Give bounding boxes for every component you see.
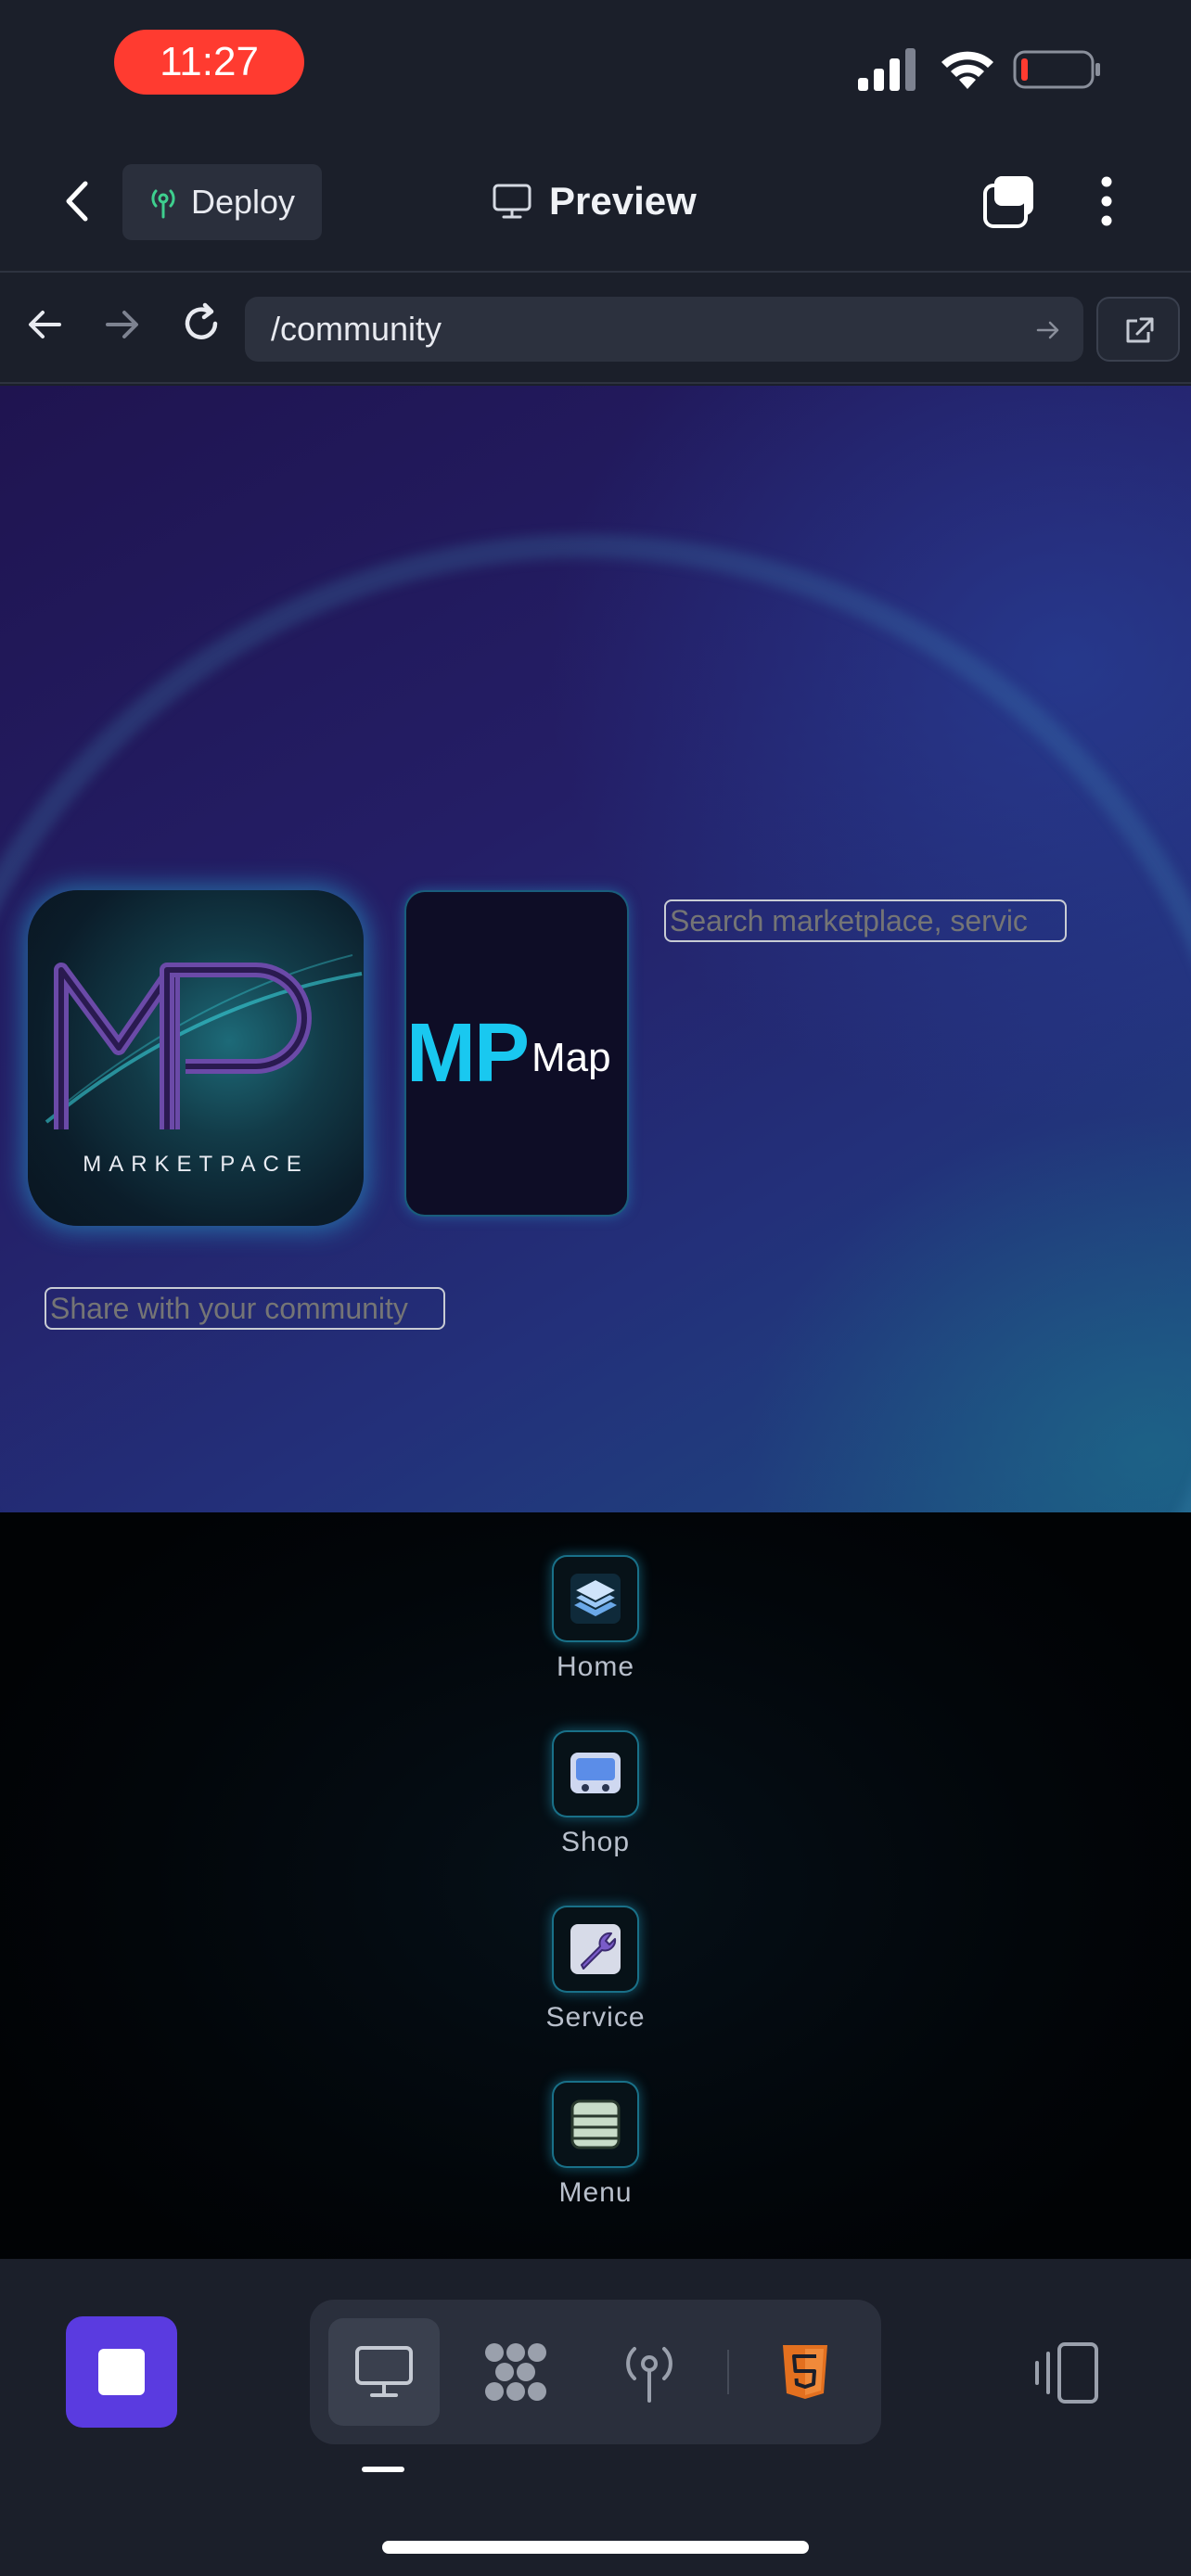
agent-grid-icon	[485, 2343, 546, 2401]
page-title: Preview	[492, 171, 697, 232]
arrow-left-icon[interactable]	[24, 304, 65, 345]
wifi-icon	[941, 51, 993, 89]
logo-wordmark: MARKETPACE	[83, 1152, 309, 1177]
reload-icon[interactable]	[178, 300, 224, 347]
bottom-toolbar	[0, 2259, 1191, 2576]
battery-low-icon	[1013, 50, 1100, 89]
tab-html[interactable]	[749, 2318, 861, 2426]
segment-divider	[727, 2350, 729, 2394]
tab-desktop-preview[interactable]	[328, 2318, 440, 2426]
url-bar: /community	[0, 274, 1191, 384]
deploy-button[interactable]: Deploy	[122, 164, 322, 240]
mp-map-map: Map	[531, 1035, 611, 1080]
nav-item-menu[interactable]: Menu	[503, 2081, 688, 2209]
monitor-icon	[493, 184, 531, 219]
active-tab-indicator	[362, 2467, 404, 2472]
mp-map-card[interactable]: MP Map	[404, 890, 629, 1217]
nav-label-shop: Shop	[560, 1827, 631, 1857]
deploy-antenna-icon	[626, 2347, 672, 2403]
share-input[interactable]	[45, 1287, 445, 1330]
cart-icon	[552, 1730, 639, 1817]
open-external-button[interactable]	[1096, 297, 1180, 362]
home-indicator[interactable]	[382, 2541, 809, 2554]
html5-icon	[783, 2345, 827, 2399]
app-bar: Deploy Preview	[0, 130, 1191, 273]
cellular-signal-icon	[858, 48, 916, 91]
tabs-icon[interactable]	[981, 174, 1037, 230]
open-external-icon	[1126, 317, 1154, 343]
status-time: 11:27	[114, 30, 304, 95]
nav-item-shop[interactable]: Shop	[503, 1730, 688, 1858]
nav-label-menu: Menu	[558, 2177, 633, 2208]
deploy-antenna-icon	[151, 189, 175, 219]
nav-item-service[interactable]: Service	[503, 1906, 688, 2034]
url-text: /community	[271, 310, 442, 348]
web-viewport: MARKETPACE MP Map	[0, 386, 1191, 1512]
tab-deploy[interactable]	[594, 2318, 705, 2426]
device-switch-icon[interactable]	[1031, 2340, 1102, 2405]
monitor-icon	[355, 2346, 413, 2397]
nav-item-home[interactable]: Home	[503, 1555, 688, 1683]
stop-icon	[98, 2349, 145, 2395]
status-bar: 11:27	[0, 0, 1191, 130]
tab-agent[interactable]	[460, 2318, 571, 2426]
arrow-right-icon[interactable]	[102, 304, 143, 345]
view-segmented-control	[310, 2300, 881, 2444]
nav-label-home: Home	[556, 1651, 635, 1682]
page-title-label: Preview	[549, 179, 697, 223]
marketpace-logo[interactable]: MARKETPACE	[28, 890, 364, 1226]
web-bottom-nav: Home Shop Service Menu	[0, 1512, 1191, 2259]
menu-list-icon	[552, 2081, 639, 2168]
wrench-icon	[552, 1906, 639, 1993]
chevron-left-icon[interactable]	[48, 171, 109, 232]
nav-label-service: Service	[545, 2002, 646, 2033]
deploy-label: Deploy	[191, 183, 296, 221]
arrow-right-small-icon[interactable]	[1035, 317, 1061, 343]
stop-button[interactable]	[66, 2316, 177, 2428]
more-vertical-icon[interactable]	[1083, 171, 1130, 232]
url-input[interactable]: /community	[245, 297, 1083, 362]
search-input[interactable]	[664, 899, 1067, 942]
layers-icon	[552, 1555, 639, 1642]
mp-map-mp: MP	[406, 1006, 530, 1100]
